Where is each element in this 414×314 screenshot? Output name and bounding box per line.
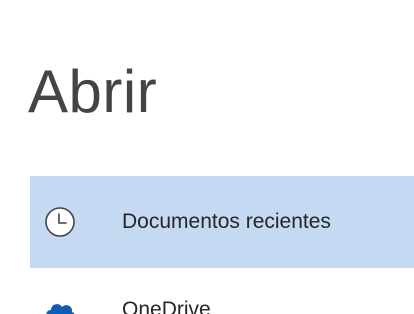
- open-page: Abrir Documentos recientes OneDrive: [0, 0, 414, 314]
- nav-item-recent-documents[interactable]: Documentos recientes: [30, 176, 414, 268]
- nav-item-label: OneDrive: [122, 298, 211, 314]
- nav-item-onedrive[interactable]: OneDrive: [30, 268, 414, 314]
- page-title: Abrir: [28, 58, 158, 125]
- open-locations-list: Documentos recientes OneDrive: [30, 176, 414, 314]
- nav-item-label: Documentos recientes: [122, 210, 331, 233]
- onedrive-cloud-icon: [46, 304, 75, 314]
- clock-icon: [45, 207, 75, 237]
